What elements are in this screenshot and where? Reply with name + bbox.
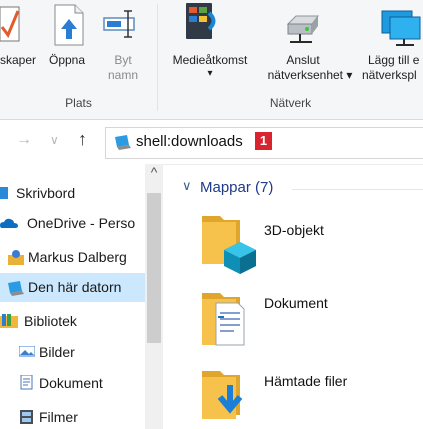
downloads-folder-icon bbox=[202, 371, 243, 419]
group-header[interactable]: Mappar (7) bbox=[200, 179, 273, 196]
pictures-icon bbox=[19, 346, 35, 357]
open-icon[interactable] bbox=[49, 3, 89, 47]
nav-item-this-pc[interactable]: Den här datorn bbox=[0, 273, 145, 302]
nav-item-bilder[interactable]: Bilder bbox=[0, 340, 145, 364]
nav-item-dokument[interactable]: Dokument bbox=[0, 371, 145, 395]
nav-item-label: Dokument bbox=[39, 375, 103, 391]
nav-item-label: Bilder bbox=[39, 344, 75, 360]
nav-item-filmer[interactable]: Filmer bbox=[0, 405, 145, 429]
folder-item-dokument[interactable]: Dokument bbox=[200, 285, 423, 351]
open-button[interactable]: Öppna bbox=[49, 52, 85, 68]
properties-checkmark-icon[interactable] bbox=[0, 3, 22, 45]
properties-button-label[interactable]: skaper bbox=[0, 52, 36, 68]
add-network-location-icon[interactable] bbox=[380, 7, 423, 47]
ribbon-group-plats: Plats bbox=[65, 96, 92, 110]
add-network-location-line2[interactable]: nätverkspl bbox=[362, 67, 417, 83]
nav-item-label: Den här datorn bbox=[28, 279, 122, 295]
3d-objects-folder-icon bbox=[202, 216, 256, 274]
map-network-drive-line1[interactable]: Anslut bbox=[283, 52, 323, 68]
up-arrow-icon[interactable]: ↑ bbox=[78, 129, 87, 150]
add-network-location-line1[interactable]: Lägg till e bbox=[368, 52, 419, 68]
nav-item-label: Bibliotek bbox=[24, 313, 77, 329]
map-network-drive-line2[interactable]: nätverksenhet ▾ bbox=[258, 67, 362, 83]
cloud-icon bbox=[0, 218, 18, 228]
desktop-icon bbox=[0, 187, 8, 199]
map-network-drive-icon[interactable] bbox=[282, 12, 324, 46]
nav-item-bibliotek[interactable]: Bibliotek bbox=[0, 309, 145, 333]
nav-item-label: OneDrive - Perso bbox=[27, 215, 136, 231]
folder-label: Hämtade filer bbox=[264, 373, 348, 389]
nav-item-onedrive[interactable]: OneDrive - Perso bbox=[0, 211, 145, 235]
media-access-icon[interactable] bbox=[182, 1, 222, 43]
nav-item-label: Markus Dalberg bbox=[28, 249, 127, 265]
forward-arrow-icon[interactable]: → bbox=[16, 131, 32, 149]
nav-item-label: Filmer bbox=[39, 409, 78, 425]
address-path-text[interactable]: shell:downloads bbox=[136, 133, 243, 150]
nav-item-user[interactable]: Markus Dalberg bbox=[0, 245, 145, 269]
nav-scrollbar-thumb[interactable] bbox=[147, 193, 161, 343]
user-folder-icon bbox=[8, 250, 24, 265]
nav-item-label: Skrivbord bbox=[16, 185, 76, 201]
group-collapse-chevron-icon[interactable]: ∨ bbox=[182, 178, 192, 194]
folder-label: Dokument bbox=[264, 295, 328, 311]
rename-icon[interactable] bbox=[102, 7, 140, 41]
step-badge: 1 bbox=[255, 132, 272, 150]
folder-label: 3D-objekt bbox=[264, 222, 324, 238]
libraries-icon bbox=[0, 314, 18, 328]
folder-item-hamtade-filer[interactable]: Hämtade filer bbox=[200, 363, 423, 429]
rename-button-line1[interactable]: Byt bbox=[108, 52, 138, 68]
group-divider bbox=[292, 189, 423, 190]
documents-folder-icon bbox=[202, 293, 245, 346]
nav-item-skrivbord[interactable]: Skrivbord bbox=[0, 181, 145, 205]
videos-icon bbox=[20, 410, 33, 424]
scroll-up-icon[interactable]: ^ bbox=[148, 164, 160, 180]
recent-locations-chevron-icon[interactable]: ∨ bbox=[50, 133, 59, 147]
ribbon-group-natverk: Nätverk bbox=[269, 96, 312, 110]
documents-icon bbox=[20, 375, 33, 390]
rename-button-line2[interactable]: namn bbox=[104, 67, 142, 83]
media-access-dropdown-icon[interactable]: ▾ bbox=[200, 66, 220, 82]
computer-icon bbox=[8, 281, 24, 296]
computer-icon bbox=[115, 135, 131, 150]
folder-item-3d-objekt[interactable]: 3D-objekt bbox=[200, 208, 423, 274]
